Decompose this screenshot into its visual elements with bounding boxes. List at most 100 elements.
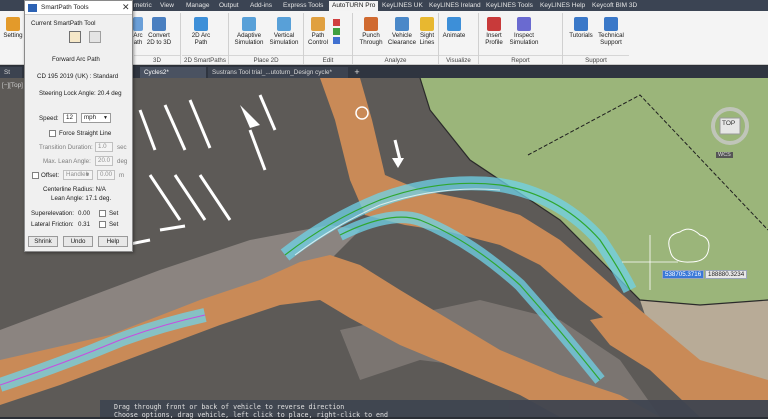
- vertical-label-1: Vertical: [273, 32, 295, 39]
- 2d-arc-path-label-2: Path: [194, 39, 208, 46]
- support-label-2: Support: [600, 39, 622, 46]
- lean-input[interactable]: 20.0: [95, 156, 113, 166]
- group-support: Support: [563, 55, 629, 64]
- help-button[interactable]: Help: [98, 236, 128, 247]
- cursor-coord-x[interactable]: 538705.3716: [662, 270, 705, 279]
- speed-input[interactable]: 12: [63, 113, 77, 123]
- force-straight-checkbox[interactable]: [49, 130, 56, 137]
- viewcube-top-label[interactable]: TOP: [722, 120, 735, 127]
- ribbon-tab-manage[interactable]: Manage: [186, 1, 210, 11]
- lateral-set-label: Set: [109, 221, 119, 228]
- group-visualize: Visualize: [439, 55, 478, 64]
- adaptive-label-2: Simulation: [234, 39, 264, 46]
- doc-tab-start[interactable]: St: [0, 67, 22, 78]
- ribbon-tab-autoturn[interactable]: AutoTURN Pro: [329, 1, 379, 11]
- viewport-label[interactable]: [−][Top]: [2, 82, 23, 89]
- clearance-label-1: Vehicle: [392, 32, 412, 39]
- inspect-label-1: Inspect: [514, 32, 534, 39]
- command-line-text-1: Drag through front or back of vehicle to…: [114, 403, 345, 411]
- wcs-label[interactable]: WCS: [716, 152, 733, 158]
- vehicle-clearance-button[interactable]: Vehicle Clearance: [386, 17, 418, 46]
- speed-label: Speed:: [39, 115, 59, 122]
- doc-tab-cycles2[interactable]: Cycles2*: [140, 67, 206, 78]
- group-analyze: Analyze: [353, 55, 438, 64]
- viewcube[interactable]: TOP WCS: [708, 104, 752, 160]
- lateral-set-checkbox[interactable]: [99, 221, 106, 228]
- path-control-label-2: Control: [308, 39, 328, 46]
- offset-checkbox[interactable]: [32, 172, 39, 179]
- edit-small-icons[interactable]: [333, 19, 343, 47]
- tutorials-label: Tutorials: [569, 32, 593, 39]
- cursor-coord-y[interactable]: 188880.3234: [705, 270, 748, 279]
- edit-modify-icon[interactable]: [333, 28, 340, 35]
- vehicle-clearance-icon: [395, 17, 409, 31]
- path-control-button[interactable]: Path Control: [304, 17, 332, 46]
- insert-profile-button[interactable]: Insert Profile: [481, 17, 507, 46]
- new-tab-plus-icon[interactable]: +: [352, 67, 362, 77]
- transition-unit: sec: [117, 144, 127, 151]
- convert-label-1: Convert: [148, 32, 170, 39]
- arc-path-button[interactable]: Arc ath: [132, 17, 144, 46]
- shrink-button[interactable]: Shrink: [28, 236, 58, 247]
- ribbon-tab-keylines-help[interactable]: KeyLINES Help: [540, 1, 585, 11]
- adaptive-simulation-button[interactable]: Adaptive Simulation: [232, 17, 266, 46]
- offset-select[interactable]: Handleb ▼: [63, 170, 93, 180]
- transition-input[interactable]: 1.0: [95, 142, 113, 152]
- vehicle-text: CD 195 2019 (UK) : Standard: [37, 73, 119, 80]
- sight-lines-button[interactable]: Sight Lines: [418, 17, 436, 46]
- superelevation-set-checkbox[interactable]: [99, 210, 106, 217]
- ribbon-tab-parametric[interactable]: metric: [134, 1, 152, 11]
- ribbon-tab-keylines-ireland[interactable]: KeyLINES Ireland: [429, 1, 481, 11]
- 2d-arc-path-button[interactable]: 2D Arc Path: [186, 17, 216, 46]
- ribbon-tab-keylines-tools[interactable]: KeyLINES Tools: [486, 1, 533, 11]
- arc-path-label-1: Arc: [133, 32, 143, 39]
- tutorials-button[interactable]: Tutorials: [566, 17, 596, 39]
- punch-through-button[interactable]: Punch Through: [356, 17, 386, 46]
- app-icon: [28, 4, 37, 12]
- adaptive-label-1: Adaptive: [236, 32, 262, 39]
- offset-input[interactable]: 0.00: [97, 170, 115, 180]
- animate-button[interactable]: Animate: [440, 17, 468, 39]
- command-line-text-2: Choose options, drag vehicle, left click…: [114, 411, 388, 419]
- inspect-simulation-button[interactable]: Inspect Simulation: [507, 17, 541, 46]
- ribbon-tab-view[interactable]: View: [160, 1, 174, 11]
- steering-lock-text: Steering Lock Angle: 20.4 deg: [39, 90, 122, 97]
- insert-profile-label-1: Insert: [486, 32, 502, 39]
- insert-profile-label-2: Profile: [485, 39, 503, 46]
- ribbon-tab-addins[interactable]: Add-ins: [250, 1, 272, 11]
- tutorials-icon: [574, 17, 588, 31]
- speed-unit-select[interactable]: mph ▼: [81, 113, 111, 123]
- vertical-simulation-button[interactable]: Vertical Simulation: [266, 17, 302, 46]
- chevron-down-icon: ▼: [85, 172, 90, 178]
- close-icon[interactable]: ✕: [122, 3, 130, 12]
- transition-label: Transition Duration:: [39, 144, 93, 151]
- reverse-arc-tool-icon[interactable]: [89, 31, 101, 43]
- edit-delete-icon[interactable]: [333, 19, 340, 26]
- lean-label: Max. Lean Angle:: [43, 158, 91, 165]
- command-line[interactable]: Drag through front or back of vehicle to…: [100, 400, 768, 419]
- centerline-radius-text: Centerline Radius: N/A: [43, 186, 106, 193]
- support-label-1: Technical: [598, 32, 624, 39]
- edit-move-icon[interactable]: [333, 37, 340, 44]
- group-place-2d: Place 2D: [229, 55, 303, 64]
- group-edit: Edit: [304, 55, 352, 64]
- forward-arc-tool-icon[interactable]: [69, 31, 81, 43]
- group-report: Report: [479, 55, 562, 64]
- convert-2d-3d-button[interactable]: Convert 2D to 3D: [144, 17, 174, 46]
- lateral-friction-label: Lateral Friction:: [31, 221, 74, 228]
- path-type-text: Forward Arc Path: [52, 56, 100, 63]
- setting-button[interactable]: Setting: [2, 17, 24, 39]
- ribbon-tab-output[interactable]: Output: [219, 1, 239, 11]
- wrench-icon: [6, 17, 20, 31]
- ribbon-tab-keycoft[interactable]: Keycoft BIM 3D: [592, 1, 637, 11]
- arc-path-icon: [133, 17, 143, 31]
- arc-path-label-2: ath: [133, 39, 143, 46]
- doc-tab-sustrans[interactable]: Sustrans Tool trial_...utoturn_Design cy…: [208, 67, 348, 78]
- undo-button[interactable]: Undo: [63, 236, 93, 247]
- vertical-label-2: Simulation: [269, 39, 299, 46]
- ribbon-tab-keylines-uk[interactable]: KeyLINES UK: [382, 1, 423, 11]
- panel-title[interactable]: SmartPath Tools: [25, 1, 132, 15]
- technical-support-button[interactable]: Technical Support: [596, 17, 626, 46]
- punch-label-1: Punch: [362, 32, 380, 39]
- ribbon-tab-express[interactable]: Express Tools: [283, 1, 323, 11]
